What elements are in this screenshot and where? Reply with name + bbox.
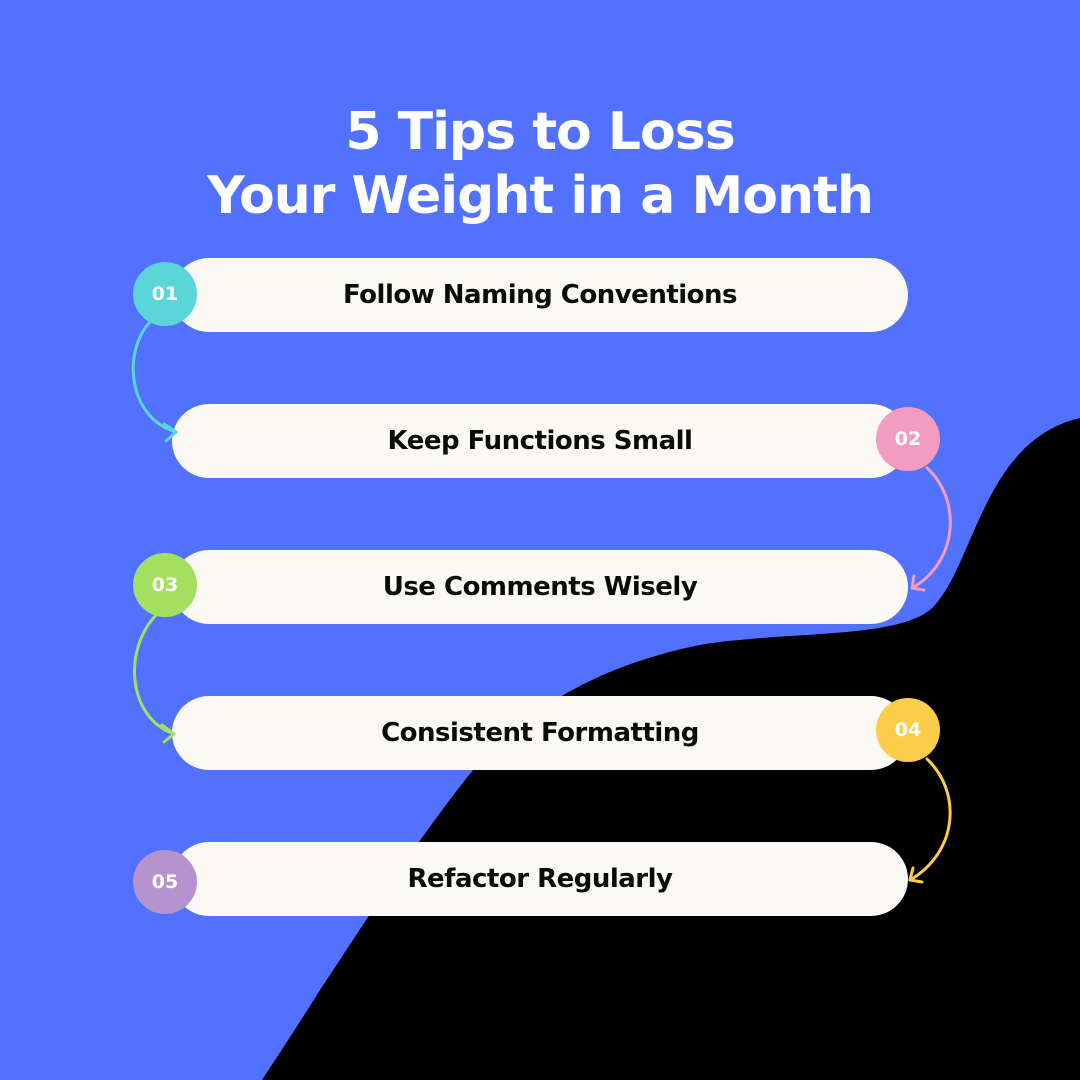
- step-label: Use Comments Wisely: [382, 572, 698, 602]
- step-number: 01: [151, 283, 179, 305]
- step-badge-2: 02: [876, 407, 940, 471]
- step-card-2: Keep Functions Small: [172, 404, 908, 478]
- title-line-2: Your Weight in a Month: [207, 166, 874, 226]
- step-card-5: Refactor Regularly: [172, 842, 908, 916]
- step-label: Follow Naming Conventions: [342, 280, 738, 310]
- step-card-1: Follow Naming Conventions: [172, 258, 908, 332]
- step-badge-3: 03: [133, 553, 197, 617]
- step-label: Keep Functions Small: [387, 426, 693, 456]
- infographic-canvas: 5 Tips to Loss Your Weight in a Month Fo…: [0, 0, 1080, 1080]
- step-card-3: Use Comments Wisely: [172, 550, 908, 624]
- step-label: Consistent Formatting: [381, 718, 699, 748]
- step-label: Refactor Regularly: [407, 864, 673, 894]
- step-card-4: Consistent Formatting: [172, 696, 908, 770]
- step-badge-1: 01: [133, 262, 197, 326]
- step-badge-5: 05: [133, 850, 197, 914]
- step-badge-4: 04: [876, 698, 940, 762]
- step-number: 02: [894, 428, 922, 450]
- step-number: 05: [151, 871, 179, 893]
- title-line-1: 5 Tips to Loss: [345, 102, 735, 162]
- step-number: 03: [151, 574, 179, 596]
- page-title: 5 Tips to Loss Your Weight in a Month: [0, 100, 1080, 228]
- step-number: 04: [894, 719, 922, 741]
